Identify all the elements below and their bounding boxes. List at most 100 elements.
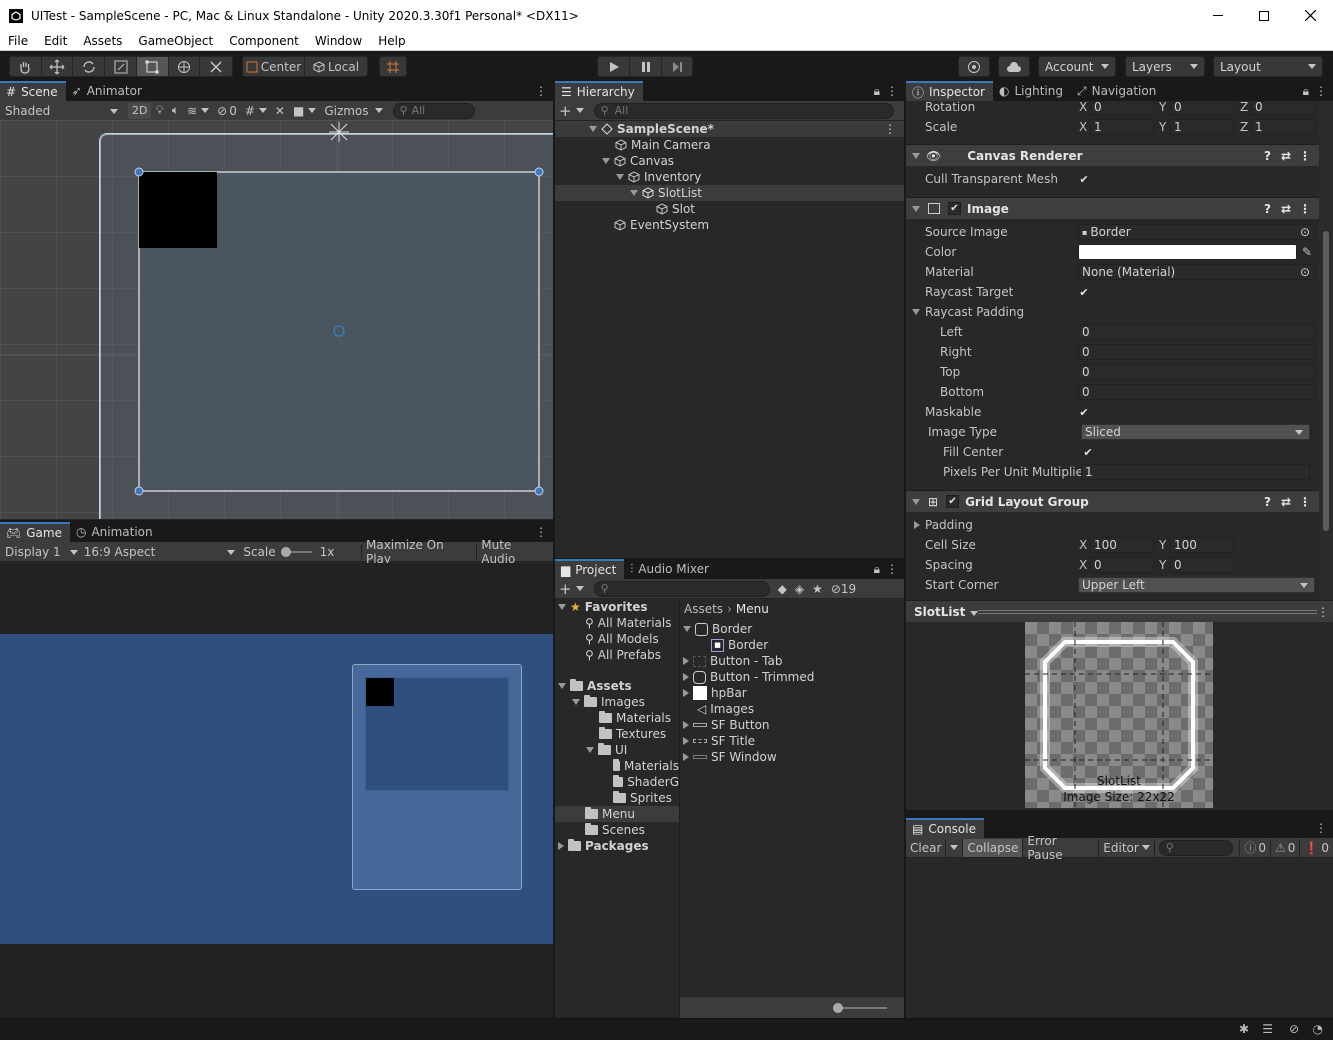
pivot-center-button[interactable]: Center — [243, 57, 305, 76]
cell-size-x-field[interactable]: 100 — [1090, 537, 1154, 553]
clear-button[interactable]: Clear — [906, 838, 947, 857]
icon-size-slider[interactable] — [833, 1003, 887, 1013]
scale-y-field[interactable]: 1 — [1170, 119, 1234, 135]
tab-inspector[interactable]: ⓘ Inspector — [906, 81, 993, 101]
expand-arrow-icon[interactable] — [683, 689, 689, 697]
file-item-border-prefab[interactable]: Border — [683, 621, 752, 637]
preview-object-dropdown[interactable]: SlotList — [914, 605, 978, 619]
preset-icon[interactable]: ⇄ — [1281, 495, 1291, 509]
hidden-packages-toggle[interactable]: ⊘ 19 — [827, 581, 860, 597]
hierarchy-search-input[interactable]: ⚲ All — [593, 102, 894, 119]
ppu-multiplier-field[interactable]: 1 — [1081, 464, 1310, 480]
scale-slider[interactable]: Scale 1x — [239, 544, 361, 560]
expand-arrow-icon[interactable] — [558, 842, 564, 850]
hierarchy-item-canvas[interactable]: Canvas — [555, 153, 904, 169]
rotate-tool-button[interactable] — [73, 57, 106, 76]
move-tool-button[interactable] — [42, 57, 74, 76]
more-menu-icon[interactable]: ⋮ — [886, 562, 898, 576]
grid-snap-button[interactable] — [380, 57, 406, 76]
expand-arrow-icon[interactable] — [616, 174, 624, 180]
padding-bottom-field[interactable]: 0 — [1078, 384, 1315, 400]
hidden-objects-toggle[interactable]: ⊘ 0 — [213, 103, 241, 119]
grid-layout-header[interactable]: ⊞ ✔ Grid Layout Group ? ⇄ ⋮ — [906, 490, 1319, 512]
error-pause-toggle[interactable]: Error Pause — [1023, 834, 1100, 862]
more-menu-icon[interactable]: ⋮ — [1317, 605, 1329, 619]
console-search-input[interactable]: ⚲ — [1158, 839, 1234, 856]
favorites-header[interactable]: ★ Favorites — [558, 599, 647, 615]
step-button[interactable] — [662, 57, 692, 76]
scale-slider-thumb[interactable] — [280, 546, 291, 557]
more-menu-icon[interactable]: ⋮ — [1299, 149, 1311, 163]
hierarchy-item-inventory[interactable]: Inventory — [555, 169, 904, 185]
more-menu-icon[interactable]: ⋮ — [1315, 821, 1327, 835]
auto-generate-icon[interactable]: ⊘ — [1289, 1022, 1299, 1036]
lighting-toggle[interactable]: 💡︎ — [151, 103, 167, 119]
spacing-x-field[interactable]: 0 — [1090, 557, 1154, 573]
expand-arrow-icon[interactable] — [558, 604, 566, 610]
create-dropdown[interactable]: + — [555, 102, 588, 120]
file-item-border-sprite[interactable]: ■ Border — [711, 637, 768, 653]
expand-arrow-icon[interactable] — [630, 190, 638, 196]
foldout-arrow-icon[interactable] — [912, 152, 920, 159]
filter-type-button[interactable]: ◆ — [774, 581, 791, 597]
rotation-y-field[interactable]: 0 — [1170, 101, 1234, 115]
file-item-button-trimmed[interactable]: Button - Trimmed — [683, 669, 814, 685]
grid-dropdown[interactable]: # — [241, 103, 271, 119]
preview-drag-handle[interactable] — [978, 610, 1317, 614]
scene-viewport[interactable] — [0, 120, 553, 519]
grid-padding-row[interactable]: Padding — [906, 515, 1319, 535]
maximize-button[interactable] — [1241, 0, 1287, 31]
breadcrumb-assets[interactable]: Assets — [684, 602, 723, 616]
more-menu-icon[interactable]: ⋮ — [535, 84, 547, 98]
hierarchy-item-main-camera[interactable]: Main Camera — [555, 137, 904, 153]
scale-x-field[interactable]: 1 — [1090, 119, 1154, 135]
filter-label-button[interactable]: ◈ — [791, 581, 808, 597]
expand-arrow-icon[interactable] — [683, 673, 689, 681]
menu-window[interactable]: Window — [307, 34, 370, 48]
gizmos-dropdown[interactable]: Gizmos — [320, 103, 386, 119]
bug-icon[interactable]: ✱ — [1239, 1022, 1249, 1036]
expand-arrow-icon[interactable] — [683, 721, 689, 729]
expand-arrow-icon[interactable] — [683, 626, 691, 632]
pivot-local-button[interactable]: Local — [305, 57, 367, 76]
foldout-arrow-icon[interactable] — [914, 521, 920, 529]
scene-search-input[interactable]: ⚲ All — [392, 102, 475, 119]
shading-mode-dropdown[interactable]: Shaded — [0, 103, 124, 119]
padding-top-field[interactable]: 0 — [1078, 364, 1315, 380]
tree-item-ui[interactable]: UI — [586, 742, 627, 758]
favorite-all-models[interactable]: ⚲ All Models — [585, 631, 659, 647]
rotation-x-field[interactable]: 0 — [1090, 101, 1154, 115]
cull-transparent-checkbox[interactable]: ✔ — [1077, 172, 1091, 186]
tree-item-packages[interactable]: Packages — [558, 838, 649, 854]
transform-tool-button[interactable] — [169, 57, 201, 76]
error-filter-toggle[interactable]: ❗ 0 — [1300, 839, 1333, 857]
object-picker-icon[interactable]: ⊙ — [1300, 225, 1310, 239]
tab-scene[interactable]: # Scene — [0, 81, 66, 101]
rotation-z-field[interactable]: 0 — [1251, 101, 1315, 115]
hierarchy-item-samplescene[interactable]: SampleScene* ⋮ — [555, 121, 904, 137]
camera-dropdown[interactable]: ■ — [289, 103, 320, 119]
start-corner-dropdown[interactable]: Upper Left — [1078, 577, 1315, 593]
layout-dropdown[interactable]: Layout — [1213, 56, 1323, 77]
breadcrumb-menu[interactable]: Menu — [736, 602, 769, 616]
play-button[interactable] — [598, 57, 630, 76]
object-picker-icon[interactable]: ⊙ — [1300, 265, 1310, 279]
help-icon[interactable]: ? — [1264, 495, 1271, 509]
expand-arrow-icon[interactable] — [683, 737, 689, 745]
tree-item-menu[interactable]: Menu — [555, 806, 679, 822]
foldout-arrow-icon[interactable] — [912, 205, 920, 212]
warning-filter-toggle[interactable]: ⚠ 0 — [1271, 838, 1301, 857]
menu-assets[interactable]: Assets — [75, 34, 130, 48]
lock-icon[interactable]: 🔒︎ — [874, 84, 880, 99]
favorite-button[interactable]: ★ — [808, 581, 827, 597]
project-splitter[interactable] — [679, 600, 680, 1018]
collab-button[interactable] — [959, 57, 989, 76]
minimize-button[interactable] — [1195, 0, 1241, 31]
favorite-all-materials[interactable]: ⚲ All Materials — [585, 615, 672, 631]
game-view[interactable] — [0, 634, 553, 944]
clear-options-dropdown[interactable] — [946, 838, 964, 857]
collapse-toggle[interactable]: Collapse — [963, 838, 1024, 857]
canvas-renderer-header[interactable]: 👁︎ Canvas Renderer ? ⇄ ⋮ — [906, 144, 1319, 166]
eyedropper-icon[interactable]: ✎ — [1302, 245, 1312, 259]
raycast-padding-row[interactable]: Raycast Padding — [906, 302, 1319, 322]
